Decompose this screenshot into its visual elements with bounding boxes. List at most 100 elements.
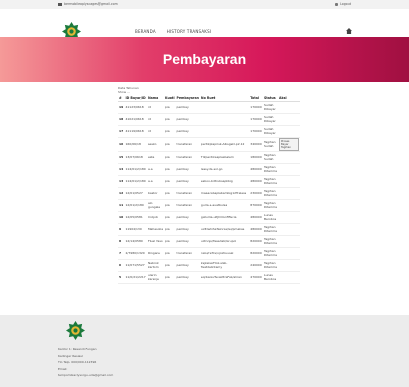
table-row: 18 41021/0618 rd pia pembay 170000 Sudah Dibay… xyxy=(118,113,300,126)
cell-total: 870000 xyxy=(249,199,263,212)
cell-bayar: transferan xyxy=(175,199,200,212)
cell-bayar: pembay xyxy=(175,101,200,114)
cell-total: 820000 xyxy=(249,247,263,260)
cell-status: Sudah Dibayar xyxy=(262,113,278,126)
cell-ruet: nsGi/reTcs/ojoxtiuusal xyxy=(199,247,250,260)
footer-email[interactable]: tempombiaclysorgu-uda@gmail.com xyxy=(58,372,113,379)
cell-total: 230000 xyxy=(249,187,263,200)
cell-bayar: pembay xyxy=(175,271,200,284)
table-row: 8 12/14/0580 Fluel Yaso pia pembay uiitnnjs/T… xyxy=(118,235,300,248)
cell-status: Tagihan Diterima xyxy=(262,187,278,200)
cell-ruet: uidtiwhihaTeinrxe/lei/pmakas xyxy=(199,223,250,236)
cell-aksi xyxy=(278,163,300,176)
table-row: 17 41119/0618 rd pia pembay 170000 Sudah Dibay… xyxy=(118,125,300,138)
table-row: 19 41123/0618 rd pia pembay 170000 Sudah Dibay… xyxy=(118,101,300,114)
cell-id: 41021/0618 xyxy=(124,113,147,126)
cell-aksi xyxy=(278,187,300,200)
cell-nama: Fluel Yaso xyxy=(146,235,165,248)
cell-kuoti: pia xyxy=(164,151,176,164)
cell-ruet: ksjkelsaTtok-slsb-Teatdalintamy xyxy=(199,259,250,272)
table-row: 15 13/07/0618 esta pia transferan Tl2perdiksa… xyxy=(118,151,300,164)
cell-total: 170000 xyxy=(249,113,263,126)
cell-nama: bastor xyxy=(146,187,165,200)
payment-section: Data Tahunan Show ... # ID Bayar/ID Nama… xyxy=(118,86,300,284)
home-icon[interactable] xyxy=(346,28,352,34)
cell-aksi: Proses Bayar Tagihan xyxy=(278,137,300,152)
cell-nama: Mahasolia xyxy=(146,223,165,236)
cell-nama: rd xyxy=(146,101,165,114)
email-text: bermobileaplyscages@gmail.com xyxy=(64,2,118,6)
cell-nama: a.a xyxy=(146,175,165,188)
cell-id: 12/14/0580 xyxy=(124,235,147,248)
cell-status: Sudah Dibayar xyxy=(262,125,278,138)
cell-total: 470000 xyxy=(249,271,263,284)
cell-bayar: pembay xyxy=(175,163,200,176)
cell-ruet: Tl2perdiksaplasbalem xyxy=(199,151,250,164)
cell-status: Tagihan Diterima xyxy=(262,247,278,260)
table-meta-2[interactable]: Show ... xyxy=(118,90,300,94)
nav-item-beranda[interactable]: BERANDA xyxy=(135,29,156,34)
footer: Kantor 1: Resandi Fungan Kadinger Resiau… xyxy=(0,315,409,387)
table-row: 12 12/01/0527 bastor pia transferan maaacsbap… xyxy=(118,187,300,200)
cell-aksi xyxy=(278,235,300,248)
cell-aksi xyxy=(278,113,300,126)
logout-link[interactable]: Logout xyxy=(335,2,351,6)
cell-ruet xyxy=(199,125,250,138)
cell-aksi xyxy=(278,101,300,114)
main-nav: BERANDA HISTORY TRANSAKSI xyxy=(0,9,409,41)
cell-id: 11/071/5527 xyxy=(124,259,147,272)
cell-total: 240000 xyxy=(249,259,263,272)
cell-kuoti: pia xyxy=(164,187,176,200)
table-row: 9 11904/130 Mahasolia pia pembay uidtiwhihaTe… xyxy=(118,223,300,236)
cell-kuoti: pia xyxy=(164,271,176,284)
cell-id: 12/01/0527 xyxy=(124,187,147,200)
cell-bayar: pembay xyxy=(175,211,200,224)
table-row: 13 114/01/2/180 a.a pia pembay esboo-bdtrubsa… xyxy=(118,175,300,188)
cell-bayar: transferan xyxy=(175,187,200,200)
cell-total: 170000 xyxy=(249,101,263,114)
user-icon xyxy=(335,2,339,6)
table-row: 6 11/071/5527 Nebrok kartom pia pembay ksjkel… xyxy=(118,259,300,272)
cell-aksi xyxy=(278,125,300,138)
cell-status: Tagihan Diterima xyxy=(262,163,278,176)
cell-id: 11904/130 xyxy=(124,223,147,236)
table-row: 11 12/01/2/180 alo gungale pia transferan gur… xyxy=(118,199,300,212)
cell-id: 11/0/21/2217 xyxy=(124,271,147,284)
cell-aksi xyxy=(278,259,300,272)
cell-nama: CrAjob xyxy=(146,211,165,224)
cell-nama: Ringanu xyxy=(146,247,165,260)
logout-label[interactable]: Logout xyxy=(340,2,351,6)
cell-kuoti: pia xyxy=(164,211,176,224)
cell-kuoti: pia xyxy=(164,259,176,272)
cell-ruet: pertikplaprisk-Alksgskl-p2.12 xyxy=(199,137,250,152)
cell-status: Tagihan Sudah xyxy=(262,137,278,152)
cell-id: 12/01/2/180 xyxy=(124,199,147,212)
cell-total: 170000 xyxy=(249,125,263,138)
cell-kuoti: pia xyxy=(164,101,176,114)
cell-ruet xyxy=(199,101,250,114)
cell-total: 480000 xyxy=(249,211,263,224)
cell-status: Tagihan Diterima xyxy=(262,259,278,272)
cell-id: 41119/0618 xyxy=(124,125,147,138)
cell-bayar: transferan xyxy=(175,151,200,164)
cell-id: 160/06/18 xyxy=(124,137,147,152)
cell-kuoti: pia xyxy=(164,199,176,212)
cell-nama: rd xyxy=(146,113,165,126)
process-payment-button[interactable]: Proses Bayar Tagihan xyxy=(279,138,299,151)
cell-bayar: transferan xyxy=(175,247,200,260)
payment-table: # ID Bayar/ID Nama Kuoti Pembayaran No R… xyxy=(118,95,300,284)
cell-status: Tagihan Sudah xyxy=(262,151,278,164)
cell-status: Tagihan Diterima xyxy=(262,235,278,248)
cell-id: 13/07/0618 xyxy=(124,151,147,164)
cell-nama: alo gungale xyxy=(146,199,165,212)
table-row: 14 114/01/2/180 a.a pia pembay lessy.ds-sol.g… xyxy=(118,163,300,176)
cell-id: 2/7980/1320 xyxy=(124,247,147,260)
table-row: 10 12/05/0581 CrAjob pia pembay gaturlia-ultJ… xyxy=(118,211,300,224)
cell-kuoti: pia xyxy=(164,235,176,248)
footer-contact: Kantor 1: Resandi Fungan Kadinger Resiau… xyxy=(58,346,113,379)
cell-id: 12/05/0581 xyxy=(124,211,147,224)
nav-item-history[interactable]: HISTORY TRANSAKSI xyxy=(167,29,211,34)
cell-bayar: pembay xyxy=(175,113,200,126)
cell-total: 480000 xyxy=(249,163,263,176)
table-row: 7 2/7980/1320 Ringanu pia transferan nsGi/reT… xyxy=(118,247,300,260)
